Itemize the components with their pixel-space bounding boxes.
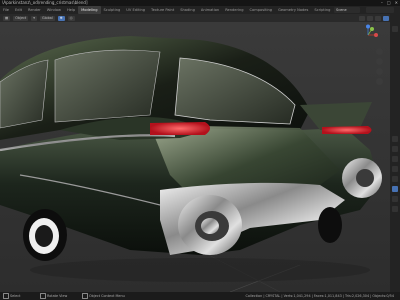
rendered-shading-button[interactable] (383, 15, 389, 21)
status-context-menu: Object Context Menu (82, 292, 125, 300)
3d-viewport[interactable] (0, 22, 390, 292)
viewport-shading-buttons (359, 15, 389, 21)
tab-rendering[interactable]: Rendering (222, 6, 246, 14)
texture-properties-tab[interactable] (392, 206, 398, 212)
gizmo-y-icon[interactable] (370, 27, 374, 31)
tab-geometry-nodes[interactable]: Geometry Nodes (275, 6, 311, 14)
output-properties-tab[interactable] (392, 146, 398, 152)
modifier-properties-tab[interactable] (392, 186, 398, 192)
status-select: Select (3, 292, 20, 300)
tab-texture-paint[interactable]: Texture Paint (148, 6, 177, 14)
snap-toggle[interactable]: ⊕ (57, 15, 65, 21)
render-properties-tab[interactable] (392, 136, 398, 142)
tab-animation[interactable]: Animation (198, 6, 222, 14)
status-bar: Select Rotate View Object Context Menu C… (0, 292, 400, 300)
world-properties-tab[interactable] (392, 166, 398, 172)
navigation-gizmo[interactable] (356, 24, 380, 46)
menu-file[interactable]: File (0, 6, 12, 14)
status-rotate-view: Rotate View (40, 292, 67, 300)
menu-help[interactable]: Help (64, 6, 78, 14)
car-render (0, 22, 390, 292)
tab-compositing[interactable]: Compositing (247, 6, 276, 14)
properties-tab-strip (390, 14, 400, 292)
gizmo-z-icon[interactable] (366, 24, 370, 29)
camera-icon[interactable] (376, 68, 383, 75)
viewport-header: ▦ Object ▾ Global ⊕ ◎ (0, 14, 393, 22)
proportional-edit-toggle[interactable]: ◎ (67, 15, 75, 21)
view-layer-selector[interactable] (366, 7, 394, 13)
transform-orientation-dropdown[interactable]: Global (39, 15, 55, 21)
tab-shading[interactable]: Shading (177, 6, 198, 14)
gizmo-x-icon[interactable] (374, 33, 378, 37)
grid-icon[interactable] (376, 78, 383, 85)
menu-edit[interactable]: Edit (12, 6, 25, 14)
menu-render[interactable]: Render (25, 6, 44, 14)
tab-scripting[interactable]: Scripting (311, 6, 333, 14)
object-mode-dropdown[interactable]: Object (13, 15, 29, 21)
tab-sculpting[interactable]: Sculpting (101, 6, 124, 14)
object-properties-tab[interactable] (392, 176, 398, 182)
wireframe-shading-button[interactable] (359, 15, 365, 21)
menu-window[interactable]: Window (44, 6, 64, 14)
tab-uv-editing[interactable]: UV Editing (123, 6, 148, 14)
solid-shading-button[interactable] (367, 15, 373, 21)
view-menu[interactable]: ▾ (31, 15, 37, 21)
material-shading-button[interactable] (375, 15, 381, 21)
material-properties-tab[interactable] (392, 196, 398, 202)
editor-type-button[interactable]: ▦ (3, 15, 11, 21)
hand-icon[interactable] (376, 58, 383, 65)
scene-selector[interactable]: Scene (334, 7, 360, 13)
status-scene-stats: Collection | CRYSTAL | Verts:1,041,294 |… (245, 294, 394, 298)
zoom-icon[interactable] (376, 48, 383, 55)
tool-properties-tab[interactable] (392, 26, 398, 32)
scene-properties-tab[interactable] (392, 156, 398, 162)
tab-modeling[interactable]: Modeling (78, 6, 101, 14)
